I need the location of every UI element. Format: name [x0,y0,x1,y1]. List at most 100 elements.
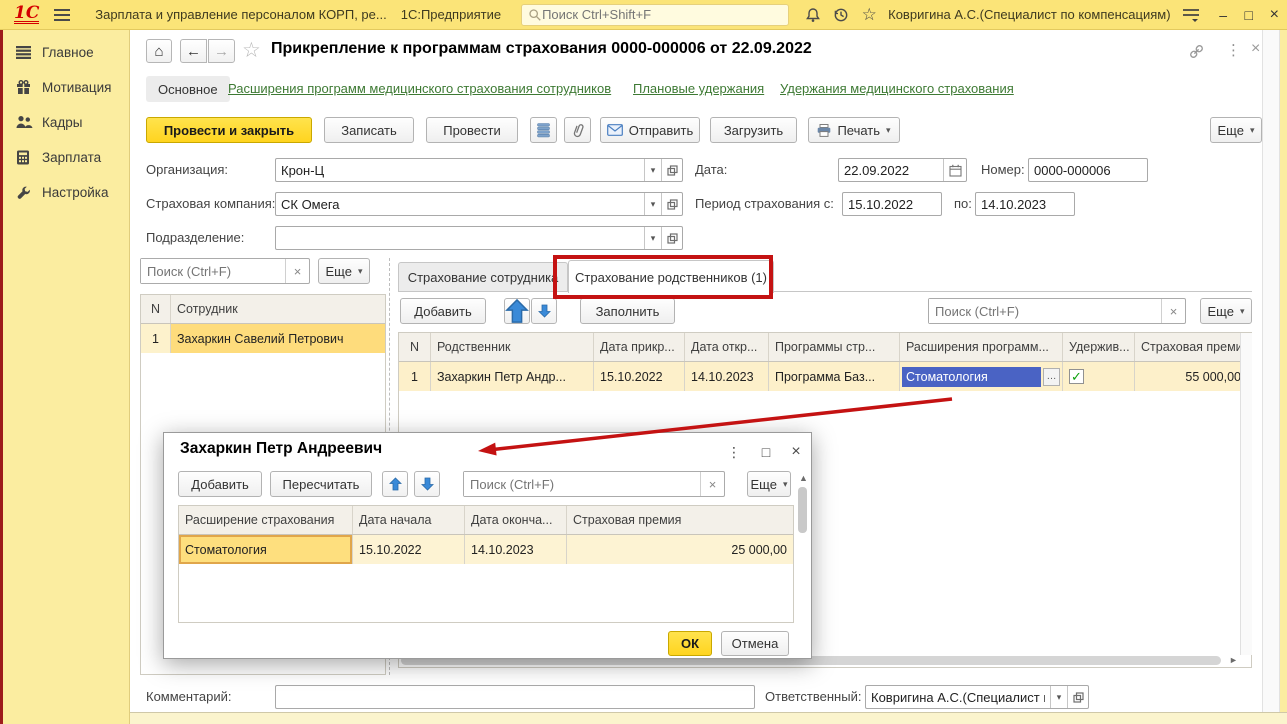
dialog-search-input[interactable] [464,472,700,496]
org-open-button[interactable] [661,159,682,181]
form-vscrollbar[interactable] [1262,30,1280,712]
relatives-col-date-to[interactable]: Дата откр... [685,333,769,361]
print-button[interactable]: Печать ▾ [808,117,900,143]
dialog-col-extension[interactable]: Расширение страхования [179,506,353,534]
attachments-button[interactable] [564,117,591,143]
period-from-input[interactable] [842,192,942,216]
notifications-bell-icon[interactable] [803,3,825,27]
relatives-col-relative[interactable]: Родственник [431,333,594,361]
relative-date-to-cell[interactable]: 14.10.2023 [685,362,769,391]
relatives-col-extension[interactable]: Расширения программ... [900,333,1063,361]
employees-search-input[interactable] [141,259,285,283]
close-form-icon[interactable]: × [1251,40,1260,58]
relative-date-from-cell[interactable]: 15.10.2022 [594,362,685,391]
relative-withheld-cell[interactable]: ✓ [1063,362,1135,391]
employee-row-number[interactable]: 1 [141,324,171,353]
relatives-move-up-button[interactable] [504,298,530,324]
relatives-move-down-button[interactable] [531,298,557,324]
dialog-more-button[interactable]: Еще ▾ [747,471,791,497]
division-input[interactable] [276,227,644,249]
dialog-date-from-cell[interactable]: 15.10.2022 [353,535,465,564]
main-menu-icon[interactable] [51,3,73,27]
period-to-input[interactable] [975,192,1075,216]
service-menu-icon[interactable] [1181,3,1203,27]
extension-selected-value[interactable]: Стоматология [902,366,1041,387]
sidebar-item-motivation[interactable]: Мотивация [16,75,129,99]
home-button[interactable]: ⌂ [146,39,172,63]
tab-employee-insurance[interactable]: Страхование сотрудника [398,262,568,292]
insurer-input[interactable] [276,193,644,215]
relative-name-cell[interactable]: Захаркин Петр Андр... [431,362,594,391]
maximize-button[interactable]: □ [1236,3,1262,27]
history-icon[interactable] [830,3,852,27]
favorite-star-icon[interactable]: ☆ [242,38,261,63]
relatives-more-button[interactable]: Еще ▾ [1200,298,1252,324]
tab-extensions-link[interactable]: Расширения программ медицинского страхов… [228,81,611,96]
insurer-open-button[interactable] [661,193,682,215]
dialog-recalculate-button[interactable]: Пересчитать [270,471,372,497]
dialog-search-clear-button[interactable]: × [700,472,724,496]
more-actions-icon[interactable]: ⋮ [1226,41,1241,59]
relatives-col-date-from[interactable]: Дата прикр... [594,333,685,361]
org-dropdown-button[interactable]: ▾ [644,159,661,181]
get-link-icon[interactable] [1188,43,1205,60]
write-button[interactable]: Записать [324,117,414,143]
responsible-open-button[interactable] [1067,686,1088,708]
relatives-vscrollbar[interactable] [1240,333,1252,655]
relative-program-cell[interactable]: Программа Баз... [769,362,900,391]
dialog-more-icon[interactable]: ⋮ [721,441,747,463]
dialog-col-premium[interactable]: Страховая премия [567,506,793,534]
dialog-move-down-button[interactable] [414,471,440,497]
tab-planned-deductions-link[interactable]: Плановые удержания [633,81,764,96]
post-button[interactable]: Провести [426,117,518,143]
doc-more-button[interactable]: Еще ▾ [1210,117,1262,143]
withheld-checkbox[interactable]: ✓ [1069,369,1084,384]
dialog-col-date-to[interactable]: Дата оконча... [465,506,567,534]
relatives-col-premium[interactable]: Страховая премия [1135,333,1241,361]
number-input[interactable] [1028,158,1148,182]
division-dropdown-button[interactable]: ▾ [644,227,661,249]
relatives-row[interactable]: 1 Захаркин Петр Андр... 15.10.2022 14.10… [399,362,1241,391]
dialog-vscroll-thumb[interactable] [798,487,807,533]
relatives-search-clear-button[interactable]: × [1161,299,1185,323]
relatives-col-withheld[interactable]: Удержив... [1063,333,1135,361]
close-window-button[interactable]: × [1261,3,1287,27]
tab-relatives-insurance[interactable]: Страхование родственников (1) [568,260,774,293]
employees-search-clear-button[interactable]: × [285,259,309,283]
sidebar-item-settings[interactable]: Настройка [16,180,129,204]
tab-medical-withholdings-link[interactable]: Удержания медицинского страхования [780,81,1014,96]
favorites-star-icon[interactable]: ☆ [858,3,880,27]
responsible-input[interactable] [866,686,1050,708]
org-input[interactable] [276,159,644,181]
employees-col-n[interactable]: N [141,295,171,323]
responsible-dropdown-button[interactable]: ▾ [1050,686,1067,708]
global-search-input[interactable] [542,7,782,22]
dialog-move-up-button[interactable] [382,471,408,497]
comment-input[interactable] [275,685,755,709]
dialog-ok-button[interactable]: ОК [668,631,712,656]
relative-premium-cell[interactable]: 55 000,00 [1135,362,1241,391]
extension-choose-button[interactable]: … [1043,367,1060,386]
division-open-button[interactable] [661,227,682,249]
sidebar-item-main[interactable]: Главное [16,40,129,64]
dialog-add-button[interactable]: Добавить [178,471,262,497]
send-button[interactable]: Отправить [600,117,700,143]
insurer-dropdown-button[interactable]: ▾ [644,193,661,215]
relatives-search-input[interactable] [929,299,1161,323]
sidebar-item-hr[interactable]: Кадры [16,110,129,134]
forward-button[interactable]: → [208,39,235,63]
relatives-col-program[interactable]: Программы стр... [769,333,900,361]
sidebar-item-salary[interactable]: Зарплата [16,145,129,169]
employees-row-selected[interactable]: 1 Захаркин Савелий Петрович [141,324,385,353]
relatives-add-button[interactable]: Добавить [400,298,486,324]
back-button[interactable]: ← [180,39,207,63]
employees-col-name[interactable]: Сотрудник [171,295,385,323]
post-and-close-button[interactable]: Провести и закрыть [146,117,312,143]
date-input[interactable] [839,159,943,181]
minimize-button[interactable]: – [1210,3,1236,27]
tab-main[interactable]: Основное [146,76,230,102]
relative-row-number[interactable]: 1 [399,362,431,391]
dialog-close-icon[interactable]: × [783,441,809,463]
date-calendar-button[interactable] [943,159,966,181]
employee-name-cell[interactable]: Захаркин Савелий Петрович [171,324,385,353]
